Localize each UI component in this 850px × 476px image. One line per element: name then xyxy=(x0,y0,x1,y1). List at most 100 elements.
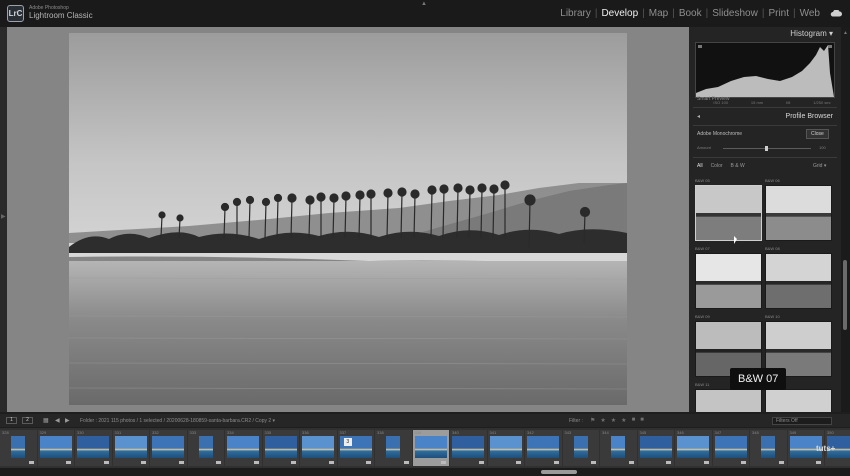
frame-number: 342 xyxy=(527,430,534,435)
secondary-display-2-button[interactable]: 2 xyxy=(22,417,33,424)
profile-thumb-label: B&W 10 xyxy=(765,314,780,319)
frame-thumbnail xyxy=(611,436,626,458)
profile-thumb-image xyxy=(765,389,832,412)
profile-filter-tabs: All Color B & W xyxy=(697,163,745,169)
histogram-graph xyxy=(696,45,834,97)
filter-bw[interactable]: B & W xyxy=(731,163,745,169)
top-panel-toggle-icon[interactable]: ▲ xyxy=(421,1,427,7)
stack-count-badge: 3 xyxy=(343,438,352,446)
filmstrip-frame[interactable]: 335 xyxy=(262,430,299,466)
frame-thumbnail xyxy=(11,436,26,458)
edited-badge-icon xyxy=(478,461,484,464)
star-icon[interactable]: ★ xyxy=(600,417,605,424)
source-path[interactable]: Folder : 2021 115 photos / 1 selected / … xyxy=(80,418,275,424)
edited-badge-icon xyxy=(741,461,746,464)
right-panel-scrollbar[interactable] xyxy=(841,27,850,412)
next-arrow-icon[interactable]: ▶ xyxy=(65,417,70,424)
filmstrip-frame[interactable]: 342 xyxy=(525,430,562,466)
filmstrip-frame[interactable]: 343 xyxy=(562,430,599,466)
frame-number: 328 xyxy=(2,430,9,435)
right-panel-scroll-thumb[interactable] xyxy=(843,260,847,330)
frame-number: 339 xyxy=(414,430,422,435)
profile-thumb[interactable]: B&W 07 xyxy=(695,245,762,314)
frame-thumbnail: 3 xyxy=(339,436,372,458)
filmstrip-frame[interactable]: 332 xyxy=(150,430,187,466)
edited-badge-icon xyxy=(66,461,71,464)
frame-thumbnail xyxy=(198,436,213,458)
filmstrip-frame[interactable]: 340 xyxy=(450,430,487,466)
filter-preset-dropdown[interactable]: Filters Off xyxy=(772,417,832,425)
star-icon[interactable]: ★ xyxy=(611,417,616,424)
close-button[interactable]: Close xyxy=(806,129,829,139)
cloud-icon[interactable] xyxy=(830,10,842,17)
profile-thumb-image xyxy=(695,185,762,241)
filmstrip-frame[interactable]: 346 xyxy=(675,430,712,466)
right-panel: Histogram ▾ ISO 100 15 mm f/8 1/250 sec … xyxy=(689,27,841,412)
edited-badge-icon xyxy=(216,461,221,464)
module-library[interactable]: Library xyxy=(558,8,593,19)
frame-number: 350 xyxy=(827,430,834,435)
filmstrip-frame[interactable]: 333 xyxy=(187,430,224,466)
amount-slider-knob[interactable] xyxy=(765,146,768,151)
profile-thumb[interactable]: B&W 06 xyxy=(765,177,832,246)
amount-value[interactable]: 100 xyxy=(819,145,826,150)
module-web[interactable]: Web xyxy=(798,8,822,19)
edited-badge-icon xyxy=(328,461,334,464)
profile-thumb[interactable]: B&W 08 xyxy=(765,245,832,314)
filmstrip-frame[interactable]: 345 xyxy=(637,430,674,466)
profile-thumb-image xyxy=(695,253,762,309)
filmstrip-frame[interactable]: 334 xyxy=(225,430,262,466)
right-panel-scroll-up-icon[interactable]: ▲ xyxy=(843,30,848,36)
frame-thumbnail xyxy=(573,436,588,458)
histogram-header[interactable]: Histogram ▾ xyxy=(693,27,837,40)
top-bar: LrC Adobe Photoshop Lightroom Classic ▲ … xyxy=(0,0,850,27)
frame-number: 338 xyxy=(377,430,384,435)
filter-all[interactable]: All xyxy=(697,163,703,169)
edited-badge-icon xyxy=(591,461,596,464)
profile-thumb[interactable]: B&W 05 xyxy=(695,177,762,246)
edited-badge-icon xyxy=(291,461,296,464)
filmstrip-frame[interactable]: 344 xyxy=(600,430,637,466)
module-map[interactable]: Map xyxy=(647,8,670,19)
grid-view-icon[interactable]: ▦ xyxy=(43,417,49,424)
filter-color[interactable]: Color xyxy=(711,163,723,169)
module-develop[interactable]: Develop xyxy=(599,8,640,19)
filmstrip-frame[interactable]: 331 xyxy=(112,430,149,466)
filmstrip-frame[interactable]: 348 xyxy=(750,430,787,466)
filmstrip-frame[interactable]: 336 xyxy=(300,430,337,466)
frame-thumbnail xyxy=(761,436,776,458)
frame-thumbnail xyxy=(677,436,710,458)
module-print[interactable]: Print xyxy=(766,8,791,19)
frame-thumbnail xyxy=(264,436,297,458)
mouse-cursor xyxy=(734,236,737,244)
secondary-display-1-button[interactable]: 1 xyxy=(6,417,17,424)
left-panel-toggle-icon[interactable]: ▶ xyxy=(1,213,6,220)
filmstrip-frame[interactable]: 328 xyxy=(0,430,37,466)
edited-badge-icon xyxy=(516,461,521,464)
left-panel-collapsed[interactable]: ▶ xyxy=(0,27,7,412)
filmstrip-frame[interactable]: 341 xyxy=(487,430,524,466)
flag-icon[interactable]: ⚑ xyxy=(590,417,595,424)
view-mode-dropdown[interactable]: Grid ▾ xyxy=(813,163,826,169)
color-label-icon[interactable]: ■ xyxy=(640,417,644,424)
filmstrip-scrollbar[interactable] xyxy=(0,468,850,476)
filmstrip-frame[interactable]: 339 xyxy=(412,430,449,466)
smart-preview-status[interactable]: Smart Preview xyxy=(697,96,730,102)
star-icon[interactable]: ★ xyxy=(621,417,626,424)
filmstrip-scroll-thumb[interactable] xyxy=(541,470,577,474)
module-slideshow[interactable]: Slideshow xyxy=(710,8,760,19)
filmstrip-frame[interactable]: 329 xyxy=(37,430,74,466)
main-photo[interactable] xyxy=(69,33,627,405)
frame-thumbnail xyxy=(452,436,485,458)
filmstrip-frame[interactable]: 330 xyxy=(75,430,112,466)
module-book[interactable]: Book xyxy=(677,8,704,19)
filmstrip-frame[interactable]: 347 xyxy=(712,430,749,466)
frame-number: 337 xyxy=(339,430,347,435)
filmstrip-frame[interactable]: 338 xyxy=(375,430,412,466)
color-label-icon[interactable]: ■ xyxy=(632,417,636,424)
filmstrip-frame[interactable]: 337 3 xyxy=(337,430,374,466)
previous-arrow-icon[interactable]: ◀ xyxy=(55,417,60,424)
filter-flag-icons[interactable]: ⚑ ★ ★ ★ ■ ■ xyxy=(590,417,644,424)
frame-number: 345 xyxy=(639,430,647,435)
lightroom-logo: LrC xyxy=(7,5,24,22)
